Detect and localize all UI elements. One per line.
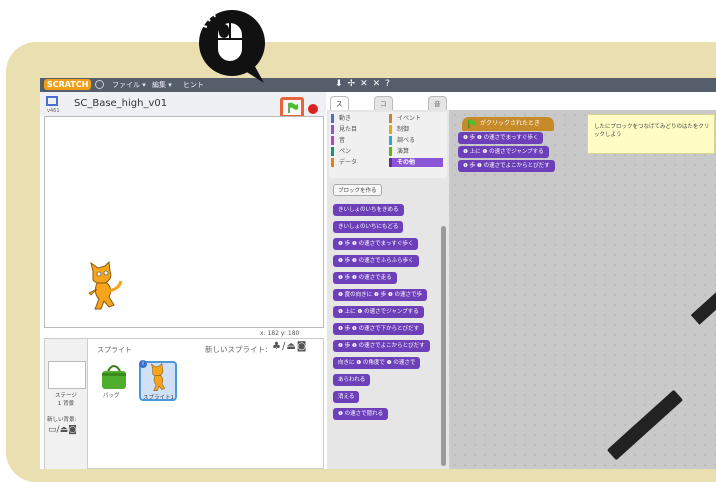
sprite-label: バッグ <box>103 393 120 399</box>
stage-thumbnail[interactable] <box>48 361 86 389</box>
palette-block[interactable]: ❶ 度の向きに ❶ 歩 ❶ の速さで歩 <box>333 289 428 301</box>
stage-label: ステージ <box>55 393 77 399</box>
palette-block[interactable]: ❶ 歩 ❶ の速さで走る <box>333 272 397 284</box>
stage-column[interactable]: ステージ 1 背景 新しい背景: ▭/⏏◙ <box>45 339 88 469</box>
project-title[interactable]: SC_Base_high_v01 <box>74 98 167 109</box>
block-categories: 動き 見た目 音 ペン データ イベント 制御 調べる 演算 その他 <box>329 112 447 178</box>
sprites-title: スプライト <box>97 346 132 354</box>
upload-icon[interactable]: ⏏ <box>60 425 69 435</box>
version-label: v461 <box>47 108 60 114</box>
green-flag-icon <box>288 102 298 113</box>
category-looks[interactable]: 見た目 <box>331 125 357 134</box>
globe-icon[interactable] <box>95 80 104 89</box>
bag-sprite-icon <box>102 365 126 389</box>
menu-file[interactable]: ファイル ▾ <box>112 80 146 90</box>
stop-button[interactable] <box>308 104 318 114</box>
palette-block[interactable]: ❶ 歩 ❶ の速さでふらふら歩く <box>333 255 419 267</box>
palette-block[interactable]: ❶ 上に ❶ の速さでジャンプする <box>333 306 424 318</box>
camera-icon[interactable]: ◙ <box>68 425 77 435</box>
palette-block[interactable]: ❶ 歩 ❶ の速さでまっすぐ歩く <box>333 238 419 250</box>
fullscreen-icon[interactable] <box>46 96 58 106</box>
sprite-thumb-bag[interactable]: バッグ <box>95 361 133 401</box>
scratch-logo[interactable]: SCRATCH <box>44 79 92 90</box>
cat-sprite-icon[interactable] <box>83 261 125 313</box>
category-events[interactable]: イベント <box>389 114 421 123</box>
script-block[interactable]: ❶ 上に ❶ の速さでジャンプする <box>458 146 549 158</box>
hat-label: がクリックされたとき <box>480 120 541 127</box>
palette-block[interactable]: きいしょのいちをきめる <box>333 204 404 216</box>
palette-block[interactable]: ❶ 歩 ❶ の速さでよこからとびだす <box>333 340 430 352</box>
cursor-tools-icons[interactable]: ⬇✢✕✕? <box>335 79 395 89</box>
palette-block[interactable]: あらわれる <box>333 374 371 386</box>
palette-scrollbar[interactable] <box>441 226 446 466</box>
scratch-window: SCRATCH ファイル ▾ 編集 ▾ ヒント ⬇✢✕✕? v461 SC_Ba… <box>40 78 716 469</box>
make-block-button[interactable]: ブロックを作る <box>333 184 382 196</box>
category-pen[interactable]: ペン <box>331 147 351 156</box>
cat-sprite-icon <box>151 363 166 391</box>
sprite-label: スプライト1 <box>143 395 174 401</box>
upload-icon[interactable]: ⏏ <box>286 341 296 352</box>
palette-block[interactable]: きいしょのいちにもどる <box>333 221 404 233</box>
category-motion[interactable]: 動き <box>331 114 351 123</box>
mouse-callout <box>199 8 265 83</box>
palette-block[interactable]: 向きに ❶ の角度で ❶ の速さで <box>333 357 421 369</box>
palette-block[interactable]: ❶ の速さで隠れる <box>333 408 389 420</box>
menu-edit[interactable]: 編集 ▾ <box>152 80 172 90</box>
sprite-panel: ステージ 1 背景 新しい背景: ▭/⏏◙ スプライト 新しいスプライト: ♣/… <box>44 338 324 469</box>
palette-block[interactable]: ❶ 歩 ❶ の速さで下からとびだす <box>333 323 425 335</box>
new-sprite-tools[interactable]: ♣/⏏◙ <box>272 341 308 352</box>
script-block[interactable]: ❶ 歩 ❶ の速さでよこからとびだす <box>458 160 555 172</box>
palette-block[interactable]: 消える <box>333 391 360 403</box>
stage-backdrop-count: 1 背景 <box>57 401 75 407</box>
script-area[interactable]: がクリックされたとき ❶ 歩 ❶ の速さでまっすぐ歩く ❶ 上に ❶ の速さでジ… <box>450 110 716 469</box>
category-operators[interactable]: 演算 <box>389 147 409 156</box>
mouse-coordinates: x: 182 y: 180 <box>260 330 300 337</box>
category-sound[interactable]: 音 <box>331 136 345 145</box>
comment-note[interactable]: したにブロックをつなげてみどりのはたをクリックしよう <box>587 114 715 154</box>
tab-sounds[interactable]: 音 <box>428 96 447 111</box>
category-more-blocks[interactable]: その他 <box>389 158 443 167</box>
category-data[interactable]: データ <box>331 158 357 167</box>
menu-bar: SCRATCH ファイル ▾ 編集 ▾ ヒント ⬇✢✕✕? <box>40 78 716 92</box>
when-flag-clicked-block[interactable]: がクリックされたとき <box>462 117 554 131</box>
green-flag-button[interactable] <box>280 97 304 118</box>
camera-icon[interactable]: ◙ <box>297 341 308 352</box>
category-sensing[interactable]: 調べる <box>389 136 415 145</box>
tab-scripts[interactable]: スクリプト <box>330 96 349 164</box>
character-icon[interactable]: ♣ <box>272 341 282 352</box>
backdrop-tools[interactable]: ▭/⏏◙ <box>48 425 77 435</box>
script-block[interactable]: ❶ 歩 ❶ の速さでまっすぐ歩く <box>458 132 544 144</box>
info-icon[interactable]: i <box>139 360 147 368</box>
tab-costumes[interactable]: コスチューム <box>374 96 393 178</box>
block-palette: 動き 見た目 音 ペン データ イベント 制御 調べる 演算 その他 ブロックを… <box>327 110 450 469</box>
image-icon[interactable]: ▭ <box>48 425 57 435</box>
green-flag-icon <box>468 119 477 129</box>
new-sprite-label: 新しいスプライト: <box>205 345 268 354</box>
new-backdrop-label: 新しい背景: <box>47 417 77 423</box>
stage-canvas[interactable] <box>44 116 324 328</box>
category-control[interactable]: 制御 <box>389 125 409 134</box>
